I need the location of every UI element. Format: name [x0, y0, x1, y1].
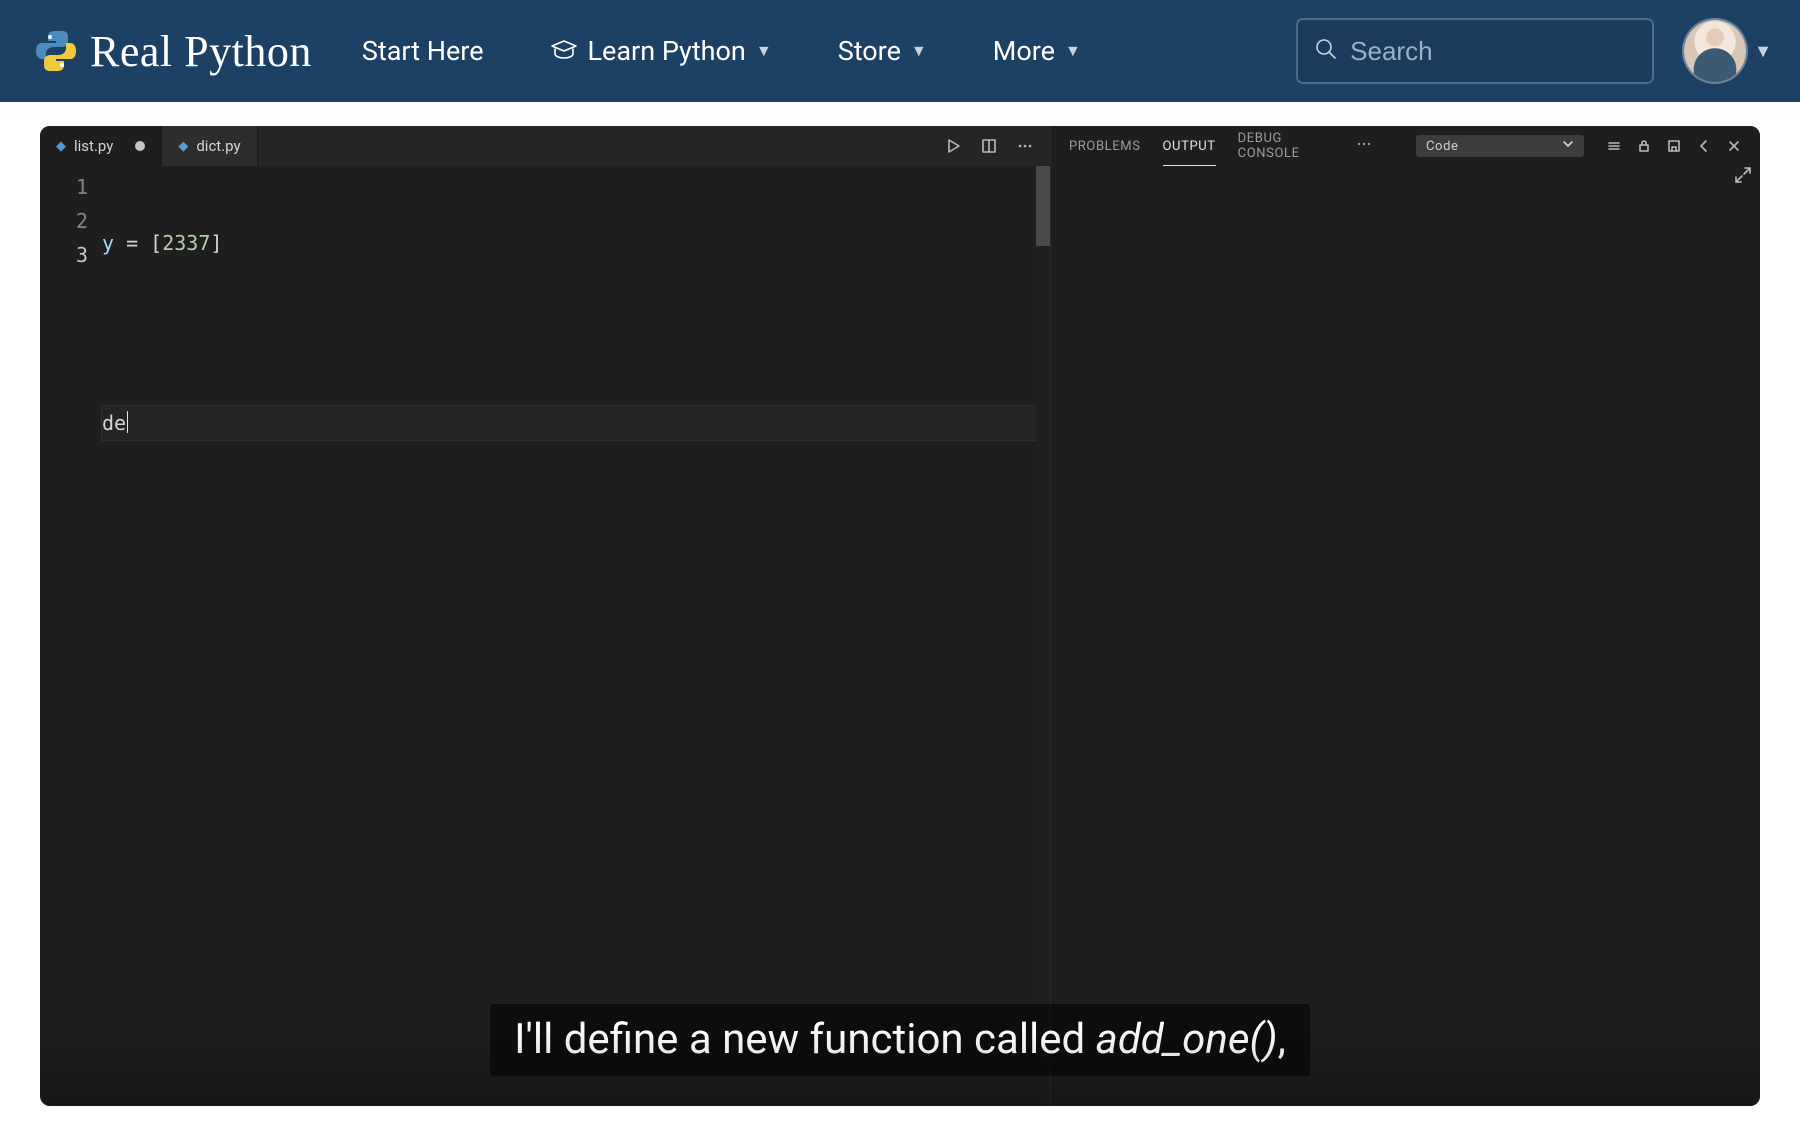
output-panel-body[interactable] — [1051, 166, 1760, 1106]
more-icon[interactable] — [1016, 137, 1034, 155]
nav-more[interactable]: More ▼ — [993, 35, 1081, 67]
line-number: 1 — [40, 170, 102, 204]
text-cursor-icon — [127, 411, 128, 433]
python-logo-icon — [32, 27, 80, 75]
code-token-number: 2337 — [162, 231, 210, 255]
chevron-down-icon — [1562, 138, 1574, 154]
code-content[interactable]: y = [2337] de — [102, 166, 1036, 1106]
user-menu[interactable]: ▼ — [1684, 20, 1772, 82]
nav-learn-label: Learn Python — [588, 35, 746, 67]
editor-body[interactable]: 1 2 3 y = [2337] de — [40, 166, 1050, 1106]
code-line-current: de — [102, 406, 1036, 440]
code-token-var: y — [102, 231, 114, 255]
open-log-icon[interactable] — [1666, 138, 1682, 154]
python-file-icon: ◆ — [56, 139, 66, 154]
tab-list-py[interactable]: ◆ list.py — [40, 126, 162, 166]
editor-scrollbar[interactable] — [1036, 166, 1050, 1106]
clear-output-icon[interactable] — [1606, 138, 1622, 154]
video-player-frame: ◆ list.py ◆ dict.py — [40, 126, 1760, 1106]
python-file-icon: ◆ — [178, 139, 188, 154]
code-line: y = [2337] — [102, 226, 1036, 260]
lock-scroll-icon[interactable] — [1636, 138, 1652, 154]
nav-links: Start Here Learn Python ▼ Store ▼ More ▼ — [362, 35, 1081, 67]
panel-tab-debug-console[interactable]: DEBUG CONSOLE — [1238, 127, 1334, 165]
run-icon[interactable] — [944, 137, 962, 155]
code-token-bracket: ] — [210, 231, 222, 255]
output-channel-select[interactable]: Code — [1416, 135, 1584, 157]
split-editor-icon[interactable] — [980, 137, 998, 155]
code-token-partial: de — [102, 411, 126, 435]
tab-filename: list.py — [74, 137, 113, 155]
editor-tab-bar: ◆ list.py ◆ dict.py — [40, 126, 1050, 166]
brand-link[interactable]: Real Python — [32, 26, 312, 77]
search-box[interactable] — [1296, 18, 1654, 84]
line-number-gutter: 1 2 3 — [40, 166, 102, 1106]
panel-more-icon[interactable] — [1356, 136, 1372, 156]
video-caption: I'll define a new function called add_on… — [490, 1004, 1310, 1077]
caption-function-name: add_one() — [1096, 1015, 1278, 1064]
caption-prefix: I'll define a new function called — [514, 1015, 1096, 1064]
search-input[interactable] — [1338, 35, 1636, 68]
output-channel-label: Code — [1426, 139, 1459, 154]
code-token-bracket: [ — [150, 231, 162, 255]
line-number: 3 — [40, 238, 102, 272]
search-icon — [1314, 37, 1338, 65]
tab-filename: dict.py — [196, 137, 240, 155]
code-line — [102, 316, 1036, 350]
nav-start-here[interactable]: Start Here — [362, 35, 484, 67]
chevron-left-icon[interactable] — [1696, 138, 1712, 154]
output-panel: PROBLEMS OUTPUT DEBUG CONSOLE Code — [1050, 126, 1760, 1106]
panel-tab-problems[interactable]: PROBLEMS — [1069, 135, 1141, 158]
code-token-op: = — [114, 231, 150, 255]
nav-learn-python[interactable]: Learn Python ▼ — [550, 35, 772, 67]
caret-down-icon: ▼ — [911, 41, 927, 61]
site-nav: Real Python Start Here Learn Python ▼ St… — [0, 0, 1800, 102]
avatar — [1684, 20, 1746, 82]
nav-store-label: Store — [838, 35, 901, 67]
close-panel-icon[interactable] — [1726, 138, 1742, 154]
caret-down-icon: ▼ — [756, 41, 772, 61]
nav-start-here-label: Start Here — [362, 35, 484, 67]
panel-tab-bar: PROBLEMS OUTPUT DEBUG CONSOLE Code — [1051, 126, 1760, 166]
caret-down-icon: ▼ — [1754, 41, 1772, 62]
tab-dict-py[interactable]: ◆ dict.py — [162, 126, 257, 166]
graduation-cap-icon — [550, 35, 578, 67]
caret-down-icon: ▼ — [1065, 41, 1081, 61]
brand-text: Real Python — [90, 26, 312, 77]
code-editor-area: ◆ list.py ◆ dict.py — [40, 126, 1050, 1106]
nav-store[interactable]: Store ▼ — [838, 35, 927, 67]
panel-tab-output[interactable]: OUTPUT — [1163, 135, 1216, 158]
panel-action-icons — [1606, 138, 1742, 154]
nav-more-label: More — [993, 35, 1055, 67]
line-number: 2 — [40, 204, 102, 238]
scrollbar-thumb[interactable] — [1036, 166, 1050, 246]
caption-suffix: , — [1278, 1015, 1286, 1064]
editor-tab-actions — [928, 126, 1050, 166]
unsaved-dot-icon — [135, 141, 145, 151]
